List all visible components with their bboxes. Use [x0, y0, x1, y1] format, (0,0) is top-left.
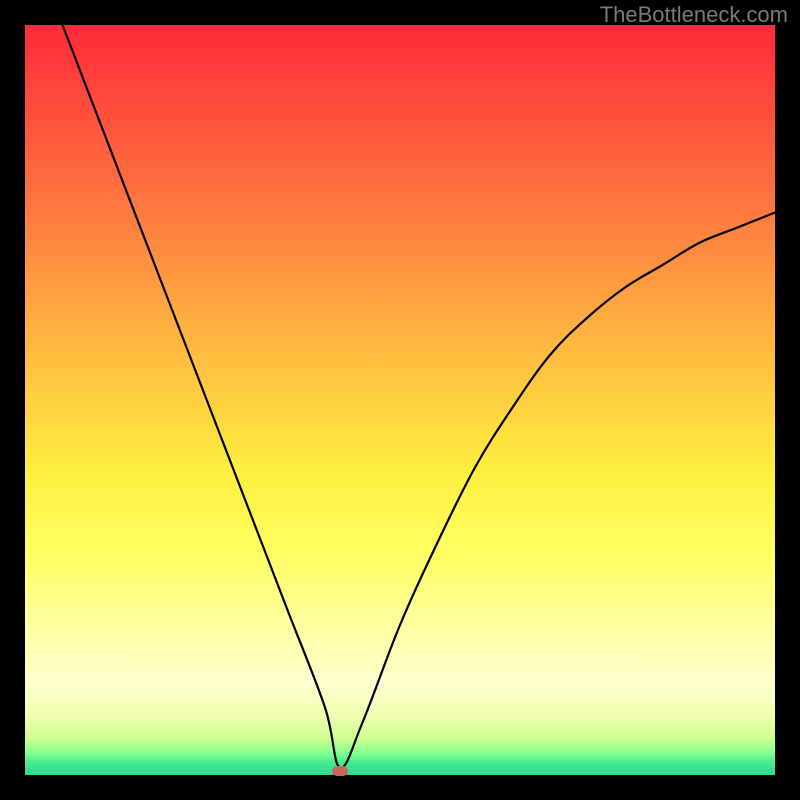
bottleneck-curve	[25, 25, 775, 775]
attribution-watermark: TheBottleneck.com	[600, 2, 788, 28]
chart-plot-area	[25, 25, 775, 775]
optimal-point-marker	[332, 766, 348, 776]
